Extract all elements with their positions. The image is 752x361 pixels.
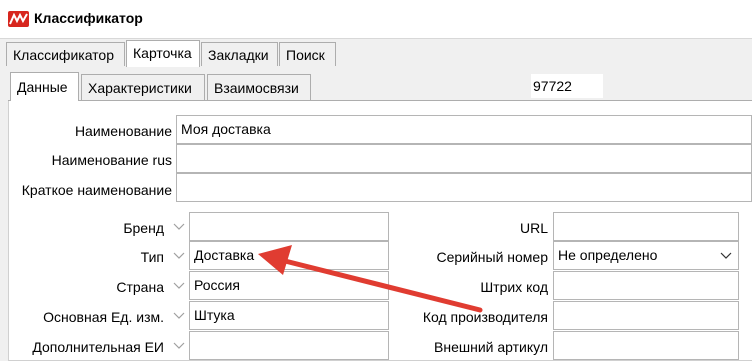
chevron-down-icon[interactable]	[172, 250, 186, 260]
country-field[interactable]: Россия	[189, 271, 389, 300]
extra-unit-label: Дополнительная ЕИ	[32, 339, 164, 355]
ext-article-label: Внешний артикул	[434, 339, 548, 355]
name-rus-field[interactable]	[176, 144, 752, 173]
mfr-code-field[interactable]	[553, 301, 739, 330]
country-label: Страна	[116, 279, 164, 295]
title-bar: Классификатор	[0, 0, 752, 39]
window-title: Классификатор	[34, 10, 143, 26]
mfr-code-label: Код производителя	[422, 309, 548, 325]
barcode-field[interactable]	[553, 271, 739, 300]
ext-article-field[interactable]	[553, 331, 739, 360]
chevron-down-icon[interactable]	[172, 280, 186, 290]
tab-bookmarks[interactable]: Закладки	[201, 42, 278, 66]
base-unit-label: Основная Ед. изм.	[43, 309, 164, 325]
chevron-down-icon[interactable]	[172, 340, 186, 350]
name-label: Наименование	[74, 123, 172, 139]
name-field[interactable]: Моя доставка	[176, 115, 752, 144]
url-field[interactable]	[553, 212, 739, 241]
tab-card[interactable]: Карточка	[126, 40, 200, 67]
tab-classifier[interactable]: Классификатор	[6, 42, 125, 66]
chevron-down-icon[interactable]	[172, 310, 186, 320]
subtab-relations[interactable]: Взаимосвязи	[207, 74, 311, 100]
url-label: URL	[519, 220, 548, 236]
extra-unit-field[interactable]	[189, 331, 389, 360]
short-name-label: Краткое наименование	[21, 182, 172, 198]
serial-select[interactable]: Не определено	[553, 241, 739, 270]
type-label: Тип	[140, 249, 164, 265]
serial-label: Серийный номер	[436, 249, 548, 265]
brand-field[interactable]	[189, 212, 389, 241]
tab-search[interactable]: Поиск	[279, 42, 336, 66]
brand-label: Бренд	[123, 220, 164, 236]
type-field[interactable]: Доставка	[189, 241, 389, 270]
subtab-data[interactable]: Данные	[10, 72, 79, 101]
serial-select-value: Не определено	[558, 247, 658, 263]
record-id: 97722	[531, 74, 603, 98]
subtab-characteristics[interactable]: Характеристики	[81, 74, 205, 100]
app-logo-icon	[8, 11, 29, 27]
barcode-label: Штрих код	[480, 279, 548, 295]
chevron-down-icon[interactable]	[172, 221, 186, 231]
short-name-field[interactable]	[176, 173, 752, 202]
name-rus-label: Наименование rus	[51, 152, 172, 168]
base-unit-field[interactable]: Штука	[189, 301, 389, 330]
chevron-down-icon[interactable]	[720, 251, 732, 261]
